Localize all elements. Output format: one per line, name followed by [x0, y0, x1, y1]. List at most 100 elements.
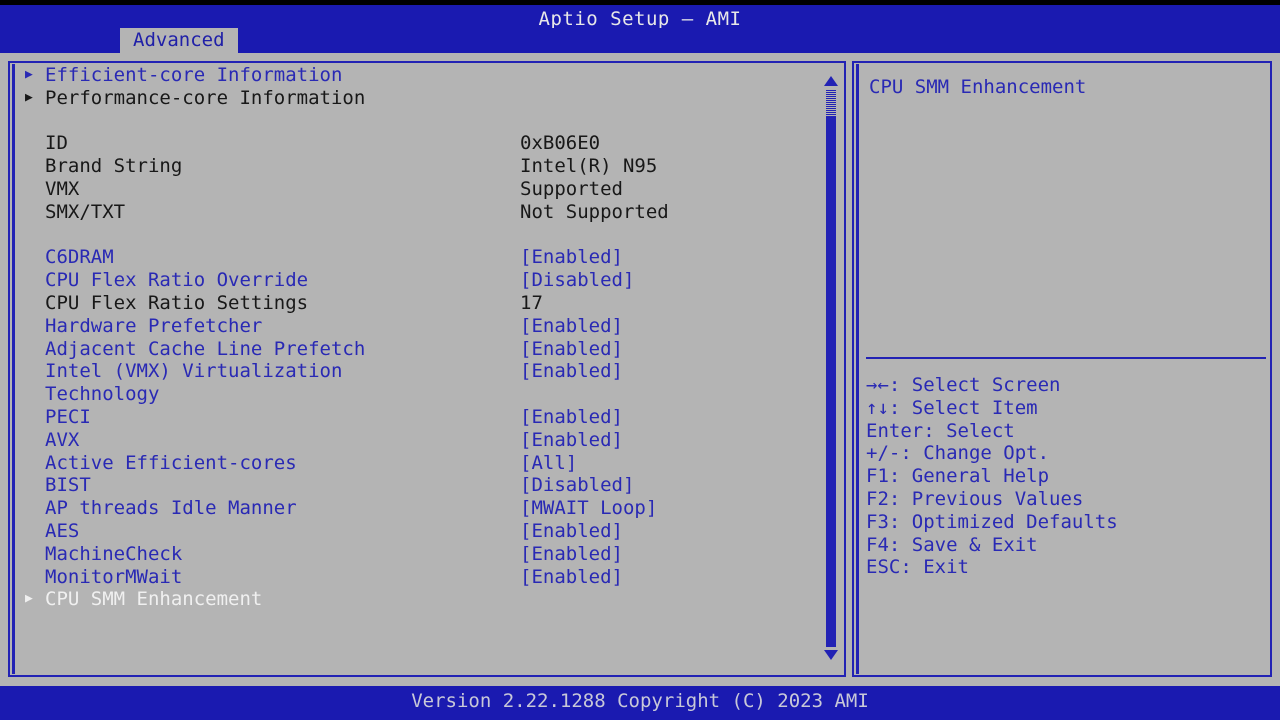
settings-row[interactable]: AVX [Enabled]: [15, 429, 835, 452]
key-legend-row: +/-: Change Opt.: [866, 442, 1266, 465]
key-glyph: F4: [866, 533, 889, 556]
settings-row[interactable]: Technology: [15, 383, 835, 406]
key-legend: →←: Select Screen ↑↓: Select Item Enter: S…: [866, 374, 1266, 579]
settings-row-value[interactable]: [Enabled]: [520, 360, 623, 383]
key-legend-row: F3: Optimized Defaults: [866, 511, 1266, 534]
settings-row[interactable]: BIST [Disabled]: [15, 474, 835, 497]
settings-row-value[interactable]: 0xB06E0: [520, 132, 600, 155]
settings-row-label: Hardware Prefetcher: [45, 314, 263, 337]
key-glyph: F1: [866, 465, 889, 488]
settings-row-value[interactable]: Not Supported: [520, 201, 669, 224]
help-panel-inner: CPU SMM Enhancement →←: Select Screen ↑↓:…: [856, 64, 1268, 674]
settings-row[interactable]: Intel (VMX) Virtualization [Enabled]: [15, 360, 835, 383]
version-text: Version 2.22.1288 Copyright (C) 2023 AMI: [411, 690, 869, 712]
settings-list: ▶ Efficient-core Information ▶ Performance-…: [15, 64, 835, 611]
settings-row-label: Brand String: [45, 155, 183, 178]
settings-row-value[interactable]: Intel(R) N95: [520, 155, 657, 178]
settings-row-value[interactable]: [Enabled]: [520, 429, 623, 452]
key-action-label: : Exit: [900, 556, 969, 579]
tab-bar: Advanced: [0, 28, 1280, 53]
settings-row[interactable]: ▶ Performance-core Information: [15, 87, 835, 110]
settings-row-value[interactable]: [Enabled]: [520, 543, 623, 566]
key-glyph: F3: [866, 510, 889, 533]
settings-row-value[interactable]: [All]: [520, 452, 577, 475]
settings-row[interactable]: Hardware Prefetcher [Enabled]: [15, 315, 835, 338]
key-action-label: : Change Opt.: [900, 442, 1050, 465]
settings-row-value[interactable]: [Disabled]: [520, 474, 634, 497]
settings-row-label: Intel (VMX) Virtualization: [45, 360, 343, 383]
settings-panel-inner: ▶ Efficient-core Information ▶ Performance-…: [12, 64, 842, 674]
key-action-label: : Select Item: [888, 396, 1038, 419]
key-legend-row: F2: Previous Values: [866, 488, 1266, 511]
settings-row[interactable]: ID 0xB06E0: [15, 132, 835, 155]
settings-row-value[interactable]: [Enabled]: [520, 246, 623, 269]
settings-row[interactable]: MachineCheck [Enabled]: [15, 543, 835, 566]
settings-row-value[interactable]: [Disabled]: [520, 269, 634, 292]
settings-row-value[interactable]: [Enabled]: [520, 315, 623, 338]
submenu-arrow-icon: ▶: [25, 89, 33, 105]
help-title: CPU SMM Enhancement: [869, 76, 1087, 98]
settings-row[interactable]: ▶ CPU SMM Enhancement: [15, 588, 835, 611]
settings-row[interactable]: Brand String Intel(R) N95: [15, 155, 835, 178]
footer-bar: Version 2.22.1288 Copyright (C) 2023 AMI: [0, 686, 1280, 720]
key-glyph: Enter: [866, 419, 924, 442]
settings-row: [15, 224, 835, 247]
settings-row-label: Efficient-core Information: [45, 64, 343, 86]
body-area: ▶ Efficient-core Information ▶ Performance-…: [0, 53, 1280, 686]
settings-panel: ▶ Efficient-core Information ▶ Performance-…: [8, 61, 846, 677]
settings-row-label: AES: [45, 519, 80, 542]
settings-row-value[interactable]: [Enabled]: [520, 406, 623, 429]
key-action-label: : Select Screen: [888, 374, 1061, 396]
settings-row[interactable]: Active Efficient-cores [All]: [15, 452, 835, 475]
settings-row[interactable]: MonitorMWait [Enabled]: [15, 566, 835, 589]
key-legend-row: F4: Save & Exit: [866, 534, 1266, 557]
settings-row[interactable]: C6DRAM [Enabled]: [15, 246, 835, 269]
scrollbar-track[interactable]: [826, 89, 836, 647]
settings-row[interactable]: SMX/TXT Not Supported: [15, 201, 835, 224]
help-separator: [866, 357, 1266, 359]
tab-advanced[interactable]: Advanced: [120, 28, 238, 53]
key-glyph: ESC: [866, 556, 901, 579]
settings-scrollbar[interactable]: [822, 76, 840, 660]
key-glyph: ↑↓: [866, 396, 889, 419]
settings-row[interactable]: AP threads Idle Manner [MWAIT Loop]: [15, 497, 835, 520]
key-legend-row: ESC: Exit: [866, 556, 1266, 579]
help-panel: CPU SMM Enhancement →←: Select Screen ↑↓:…: [852, 61, 1272, 677]
settings-row-value[interactable]: Supported: [520, 178, 623, 201]
scroll-up-arrow-icon[interactable]: [824, 76, 838, 86]
settings-row-label: CPU Flex Ratio Settings: [45, 291, 309, 314]
settings-row[interactable]: CPU Flex Ratio Settings 17: [15, 292, 835, 315]
settings-row-label: Performance-core Information: [45, 86, 366, 109]
settings-row-label: CPU Flex Ratio Override: [45, 269, 309, 292]
settings-row-label: Adjacent Cache Line Prefetch: [45, 337, 366, 360]
settings-row: [15, 110, 835, 133]
bios-setup-screen: Aptio Setup – AMI Advanced ▶ Efficient-co…: [0, 0, 1280, 720]
settings-row-label: MachineCheck: [45, 542, 183, 565]
settings-row-label: C6DRAM: [45, 246, 114, 269]
scrollbar-thumb[interactable]: [826, 89, 836, 117]
key-action-label: : Optimized Defaults: [888, 510, 1118, 533]
settings-row-value[interactable]: [MWAIT Loop]: [520, 497, 657, 520]
settings-row[interactable]: AES [Enabled]: [15, 520, 835, 543]
key-action-label: : Save & Exit: [888, 533, 1038, 556]
settings-row[interactable]: Adjacent Cache Line Prefetch [Enabled]: [15, 338, 835, 361]
scroll-down-arrow-icon[interactable]: [824, 650, 838, 660]
settings-row-value[interactable]: 17: [520, 292, 543, 315]
settings-row-label: ID: [45, 132, 68, 155]
settings-row-label: SMX/TXT: [45, 200, 126, 223]
key-legend-row: ↑↓: Select Item: [866, 397, 1266, 420]
settings-row[interactable]: CPU Flex Ratio Override [Disabled]: [15, 269, 835, 292]
settings-row[interactable]: PECI [Enabled]: [15, 406, 835, 429]
settings-row-label: MonitorMWait: [45, 565, 183, 588]
settings-row-value[interactable]: [Enabled]: [520, 520, 623, 543]
key-action-label: : Previous Values: [888, 487, 1084, 510]
settings-row[interactable]: VMX Supported: [15, 178, 835, 201]
settings-row-label: AP threads Idle Manner: [45, 497, 297, 520]
key-legend-row: →←: Select Screen: [866, 374, 1266, 397]
settings-row-label: Technology: [45, 383, 160, 406]
settings-row-label: VMX: [45, 177, 80, 200]
settings-row[interactable]: ▶ Efficient-core Information: [15, 64, 835, 87]
settings-row-value[interactable]: [Enabled]: [520, 566, 623, 589]
settings-row-value[interactable]: [Enabled]: [520, 338, 623, 361]
key-glyph: F2: [866, 487, 889, 510]
